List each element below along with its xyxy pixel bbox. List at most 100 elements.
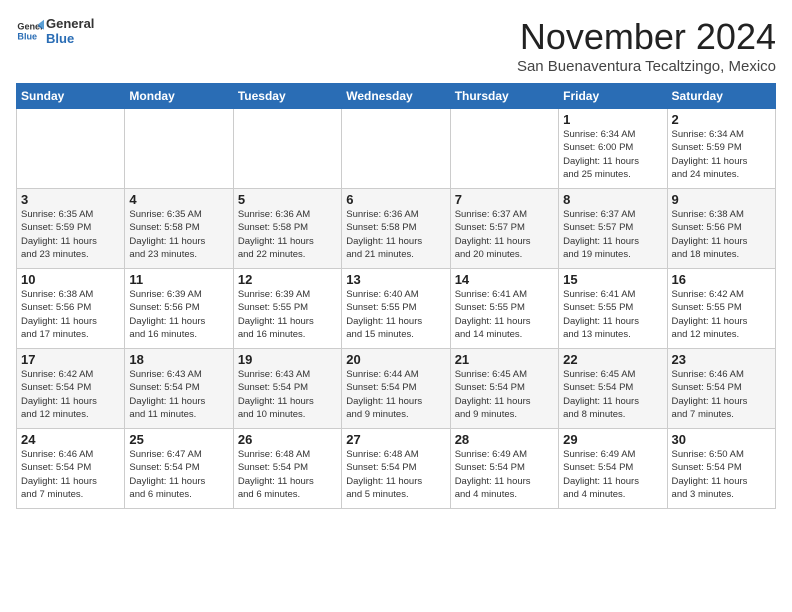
day-number: 3: [21, 192, 120, 207]
calendar-cell: 2Sunrise: 6:34 AM Sunset: 5:59 PM Daylig…: [667, 109, 775, 189]
day-number: 22: [563, 352, 662, 367]
calendar-week-2: 3Sunrise: 6:35 AM Sunset: 5:59 PM Daylig…: [17, 189, 776, 269]
calendar-cell: 17Sunrise: 6:42 AM Sunset: 5:54 PM Dayli…: [17, 349, 125, 429]
calendar-table: SundayMondayTuesdayWednesdayThursdayFrid…: [16, 83, 776, 509]
weekday-header-sunday: Sunday: [17, 84, 125, 109]
day-info: Sunrise: 6:38 AM Sunset: 5:56 PM Dayligh…: [21, 288, 120, 341]
day-number: 13: [346, 272, 445, 287]
day-number: 18: [129, 352, 228, 367]
day-info: Sunrise: 6:37 AM Sunset: 5:57 PM Dayligh…: [455, 208, 554, 261]
location-title: San Buenaventura Tecaltzingo, Mexico: [517, 58, 776, 75]
day-number: 27: [346, 432, 445, 447]
day-number: 10: [21, 272, 120, 287]
logo-general-text: General: [46, 16, 94, 31]
calendar-cell: 28Sunrise: 6:49 AM Sunset: 5:54 PM Dayli…: [450, 429, 558, 509]
day-info: Sunrise: 6:39 AM Sunset: 5:56 PM Dayligh…: [129, 288, 228, 341]
calendar-cell: 6Sunrise: 6:36 AM Sunset: 5:58 PM Daylig…: [342, 189, 450, 269]
page-header: General Blue General Blue November 2024 …: [16, 16, 776, 75]
day-info: Sunrise: 6:44 AM Sunset: 5:54 PM Dayligh…: [346, 368, 445, 421]
calendar-cell: 13Sunrise: 6:40 AM Sunset: 5:55 PM Dayli…: [342, 269, 450, 349]
calendar-cell: 1Sunrise: 6:34 AM Sunset: 6:00 PM Daylig…: [559, 109, 667, 189]
calendar-cell: 18Sunrise: 6:43 AM Sunset: 5:54 PM Dayli…: [125, 349, 233, 429]
weekday-header-thursday: Thursday: [450, 84, 558, 109]
day-number: 23: [672, 352, 771, 367]
day-number: 1: [563, 112, 662, 127]
calendar-cell: 10Sunrise: 6:38 AM Sunset: 5:56 PM Dayli…: [17, 269, 125, 349]
calendar-cell: 3Sunrise: 6:35 AM Sunset: 5:59 PM Daylig…: [17, 189, 125, 269]
day-number: 7: [455, 192, 554, 207]
title-block: November 2024 San Buenaventura Tecaltzin…: [517, 16, 776, 75]
day-number: 5: [238, 192, 337, 207]
logo-blue-text: Blue: [46, 31, 94, 46]
day-info: Sunrise: 6:46 AM Sunset: 5:54 PM Dayligh…: [672, 368, 771, 421]
day-number: 30: [672, 432, 771, 447]
calendar-cell: 25Sunrise: 6:47 AM Sunset: 5:54 PM Dayli…: [125, 429, 233, 509]
calendar-cell: 4Sunrise: 6:35 AM Sunset: 5:58 PM Daylig…: [125, 189, 233, 269]
calendar-cell: 24Sunrise: 6:46 AM Sunset: 5:54 PM Dayli…: [17, 429, 125, 509]
calendar-week-4: 17Sunrise: 6:42 AM Sunset: 5:54 PM Dayli…: [17, 349, 776, 429]
calendar-cell: 5Sunrise: 6:36 AM Sunset: 5:58 PM Daylig…: [233, 189, 341, 269]
calendar-cell: 9Sunrise: 6:38 AM Sunset: 5:56 PM Daylig…: [667, 189, 775, 269]
calendar-cell: 8Sunrise: 6:37 AM Sunset: 5:57 PM Daylig…: [559, 189, 667, 269]
day-number: 11: [129, 272, 228, 287]
calendar-cell: 30Sunrise: 6:50 AM Sunset: 5:54 PM Dayli…: [667, 429, 775, 509]
day-info: Sunrise: 6:36 AM Sunset: 5:58 PM Dayligh…: [238, 208, 337, 261]
weekday-header-row: SundayMondayTuesdayWednesdayThursdayFrid…: [17, 84, 776, 109]
calendar-cell: 14Sunrise: 6:41 AM Sunset: 5:55 PM Dayli…: [450, 269, 558, 349]
day-info: Sunrise: 6:42 AM Sunset: 5:55 PM Dayligh…: [672, 288, 771, 341]
day-info: Sunrise: 6:39 AM Sunset: 5:55 PM Dayligh…: [238, 288, 337, 341]
day-info: Sunrise: 6:46 AM Sunset: 5:54 PM Dayligh…: [21, 448, 120, 501]
day-number: 24: [21, 432, 120, 447]
calendar-cell: 27Sunrise: 6:48 AM Sunset: 5:54 PM Dayli…: [342, 429, 450, 509]
day-info: Sunrise: 6:50 AM Sunset: 5:54 PM Dayligh…: [672, 448, 771, 501]
calendar-week-1: 1Sunrise: 6:34 AM Sunset: 6:00 PM Daylig…: [17, 109, 776, 189]
calendar-cell: 29Sunrise: 6:49 AM Sunset: 5:54 PM Dayli…: [559, 429, 667, 509]
weekday-header-friday: Friday: [559, 84, 667, 109]
day-number: 6: [346, 192, 445, 207]
calendar-cell: 21Sunrise: 6:45 AM Sunset: 5:54 PM Dayli…: [450, 349, 558, 429]
day-info: Sunrise: 6:41 AM Sunset: 5:55 PM Dayligh…: [455, 288, 554, 341]
day-number: 28: [455, 432, 554, 447]
day-info: Sunrise: 6:45 AM Sunset: 5:54 PM Dayligh…: [563, 368, 662, 421]
calendar-cell: 23Sunrise: 6:46 AM Sunset: 5:54 PM Dayli…: [667, 349, 775, 429]
day-number: 21: [455, 352, 554, 367]
day-info: Sunrise: 6:35 AM Sunset: 5:59 PM Dayligh…: [21, 208, 120, 261]
calendar-cell: [342, 109, 450, 189]
calendar-week-3: 10Sunrise: 6:38 AM Sunset: 5:56 PM Dayli…: [17, 269, 776, 349]
calendar-cell: 26Sunrise: 6:48 AM Sunset: 5:54 PM Dayli…: [233, 429, 341, 509]
calendar-cell: 7Sunrise: 6:37 AM Sunset: 5:57 PM Daylig…: [450, 189, 558, 269]
calendar-cell: [125, 109, 233, 189]
logo: General Blue General Blue: [16, 16, 94, 46]
day-info: Sunrise: 6:48 AM Sunset: 5:54 PM Dayligh…: [238, 448, 337, 501]
calendar-cell: 19Sunrise: 6:43 AM Sunset: 5:54 PM Dayli…: [233, 349, 341, 429]
day-info: Sunrise: 6:41 AM Sunset: 5:55 PM Dayligh…: [563, 288, 662, 341]
day-number: 12: [238, 272, 337, 287]
calendar-cell: 12Sunrise: 6:39 AM Sunset: 5:55 PM Dayli…: [233, 269, 341, 349]
day-number: 2: [672, 112, 771, 127]
calendar-cell: 22Sunrise: 6:45 AM Sunset: 5:54 PM Dayli…: [559, 349, 667, 429]
day-number: 29: [563, 432, 662, 447]
calendar-cell: [450, 109, 558, 189]
day-info: Sunrise: 6:38 AM Sunset: 5:56 PM Dayligh…: [672, 208, 771, 261]
day-number: 8: [563, 192, 662, 207]
day-info: Sunrise: 6:48 AM Sunset: 5:54 PM Dayligh…: [346, 448, 445, 501]
calendar-cell: 20Sunrise: 6:44 AM Sunset: 5:54 PM Dayli…: [342, 349, 450, 429]
calendar-cell: [17, 109, 125, 189]
day-info: Sunrise: 6:43 AM Sunset: 5:54 PM Dayligh…: [129, 368, 228, 421]
svg-text:Blue: Blue: [17, 31, 37, 41]
day-number: 15: [563, 272, 662, 287]
weekday-header-tuesday: Tuesday: [233, 84, 341, 109]
day-number: 25: [129, 432, 228, 447]
day-info: Sunrise: 6:35 AM Sunset: 5:58 PM Dayligh…: [129, 208, 228, 261]
day-info: Sunrise: 6:34 AM Sunset: 6:00 PM Dayligh…: [563, 128, 662, 181]
day-number: 14: [455, 272, 554, 287]
day-number: 16: [672, 272, 771, 287]
day-info: Sunrise: 6:47 AM Sunset: 5:54 PM Dayligh…: [129, 448, 228, 501]
calendar-cell: 11Sunrise: 6:39 AM Sunset: 5:56 PM Dayli…: [125, 269, 233, 349]
day-number: 4: [129, 192, 228, 207]
calendar-cell: 16Sunrise: 6:42 AM Sunset: 5:55 PM Dayli…: [667, 269, 775, 349]
day-info: Sunrise: 6:43 AM Sunset: 5:54 PM Dayligh…: [238, 368, 337, 421]
weekday-header-saturday: Saturday: [667, 84, 775, 109]
weekday-header-wednesday: Wednesday: [342, 84, 450, 109]
day-info: Sunrise: 6:40 AM Sunset: 5:55 PM Dayligh…: [346, 288, 445, 341]
